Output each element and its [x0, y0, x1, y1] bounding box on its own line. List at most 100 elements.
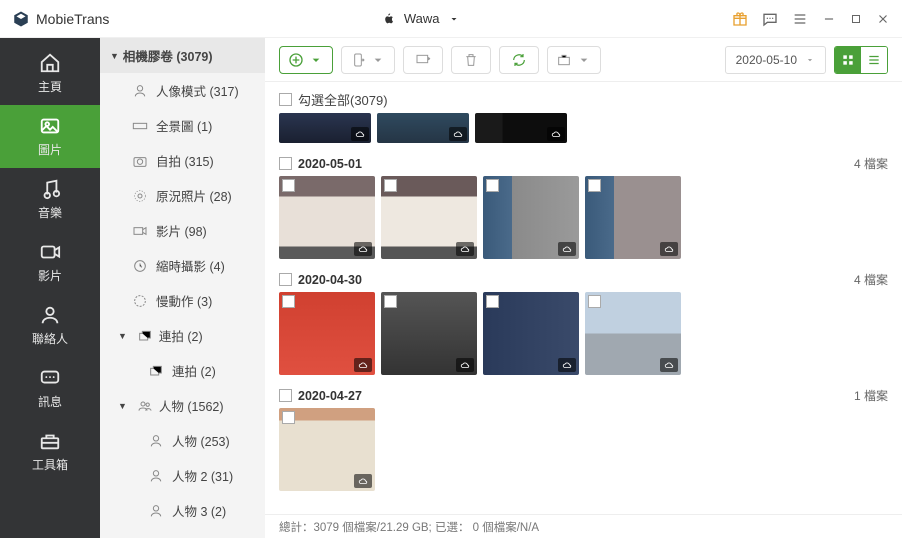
sidebar-people-1[interactable]: 人物 (253)	[100, 423, 265, 458]
photo-checkbox[interactable]	[384, 295, 397, 308]
sidebar-selfie[interactable]: 自拍 (315)	[100, 143, 265, 178]
sidebar-camera-roll[interactable]: ▼ 相機膠卷 (3079)	[100, 38, 265, 73]
album-button[interactable]	[547, 46, 601, 74]
photo-checkbox[interactable]	[486, 179, 499, 192]
nav-videos[interactable]: 影片	[0, 231, 100, 294]
sidebar-original[interactable]: 原況照片 (28)	[100, 178, 265, 213]
home-icon	[39, 52, 61, 74]
photo-checkbox[interactable]	[588, 179, 601, 192]
main-nav: 主頁 圖片 音樂 影片 聯絡人 訊息 工具箱	[0, 38, 100, 538]
cloud-icon	[449, 127, 467, 141]
cloud-icon	[660, 358, 678, 372]
apple-icon	[382, 12, 396, 26]
chevron-down-icon	[448, 13, 460, 25]
photo-thumbnail[interactable]	[483, 292, 579, 375]
cloud-icon	[547, 127, 565, 141]
photo-thumbnail[interactable]	[475, 113, 567, 143]
photo-thumbnail[interactable]	[381, 292, 477, 375]
maximize-button[interactable]	[850, 13, 862, 25]
sidebar-people-group[interactable]: ▼ 人物 (1562)	[100, 388, 265, 423]
logo-icon	[12, 10, 30, 28]
sidebar-people-2[interactable]: 人物 2 (31)	[100, 458, 265, 493]
photo-checkbox[interactable]	[282, 179, 295, 192]
status-text: 總計：3079 個檔案/21.29 GB; 已選： 0 個檔案/N/A	[279, 519, 539, 535]
add-button[interactable]	[279, 46, 333, 74]
minimize-button[interactable]	[822, 12, 836, 26]
video-icon	[39, 241, 61, 263]
photo-thumbnail[interactable]	[377, 113, 469, 143]
feedback-icon[interactable]	[762, 11, 778, 27]
chevron-down-icon	[805, 55, 815, 65]
photo-thumbnail[interactable]	[585, 176, 681, 259]
sidebar-people-3[interactable]: 人物 3 (2)	[100, 493, 265, 528]
sidebar-panorama[interactable]: 全景圖 (1)	[100, 108, 265, 143]
photo-content: 勾選全部(3079) 2020-05-014 檔案2020-04-304 檔案2…	[265, 82, 902, 514]
section-checkbox[interactable]	[279, 273, 292, 286]
menu-icon[interactable]	[792, 11, 808, 27]
sidebar-slomo[interactable]: 慢動作 (3)	[100, 283, 265, 318]
nav-music[interactable]: 音樂	[0, 168, 100, 231]
date-filter[interactable]: 2020-05-10	[725, 46, 826, 74]
sidebar-burst-item[interactable]: 連拍 (2)	[100, 353, 265, 388]
photo-checkbox[interactable]	[282, 411, 295, 424]
photo-thumbnail[interactable]	[279, 408, 375, 491]
contacts-icon	[39, 304, 61, 326]
nav-messages[interactable]: 訊息	[0, 357, 100, 420]
cloud-icon	[456, 358, 474, 372]
category-sidebar: ▼ 相機膠卷 (3079) 人像模式 (317) 全景圖 (1) 自拍 (315…	[100, 38, 265, 538]
grid-view-button[interactable]	[835, 47, 861, 73]
close-button[interactable]	[876, 12, 890, 26]
chevron-down-icon	[576, 52, 592, 68]
cloud-icon	[354, 358, 372, 372]
sidebar-burst-group[interactable]: ▼ 連拍 (2)	[100, 318, 265, 353]
section-date: 2020-05-01	[298, 157, 362, 171]
camera-icon	[132, 153, 148, 169]
sidebar-portrait[interactable]: 人像模式 (317)	[100, 73, 265, 108]
status-bar: 總計：3079 個檔案/21.29 GB; 已選： 0 個檔案/N/A	[265, 514, 902, 538]
section-count: 4 檔案	[854, 271, 888, 288]
photo-thumbnail[interactable]	[279, 113, 371, 143]
photo-checkbox[interactable]	[282, 295, 295, 308]
date-header[interactable]: 2020-04-271 檔案	[279, 383, 888, 408]
nav-toolbox[interactable]: 工具箱	[0, 420, 100, 483]
select-all-checkbox[interactable]	[279, 93, 292, 106]
export-device-button[interactable]	[341, 46, 395, 74]
cloud-icon	[354, 474, 372, 488]
sidebar-video[interactable]: 影片 (98)	[100, 213, 265, 248]
chevron-down-icon	[308, 52, 324, 68]
sidebar-timelapse[interactable]: 縮時攝影 (4)	[100, 248, 265, 283]
photo-thumbnail[interactable]	[381, 176, 477, 259]
briefcase-icon	[556, 52, 572, 68]
people-icon	[137, 398, 153, 414]
nav-contacts[interactable]: 聯絡人	[0, 294, 100, 357]
device-selector[interactable]: Wawa	[109, 11, 732, 26]
list-icon	[867, 53, 881, 67]
photo-thumbnail[interactable]	[279, 292, 375, 375]
gift-icon[interactable]	[732, 11, 748, 27]
photo-thumbnail[interactable]	[585, 292, 681, 375]
photo-checkbox[interactable]	[588, 295, 601, 308]
cloud-icon	[660, 242, 678, 256]
section-checkbox[interactable]	[279, 157, 292, 170]
photo-thumbnail[interactable]	[483, 176, 579, 259]
device-name: Wawa	[404, 11, 440, 26]
nav-home[interactable]: 主頁	[0, 42, 100, 105]
photo-checkbox[interactable]	[384, 179, 397, 192]
select-all-row[interactable]: 勾選全部(3079)	[279, 90, 888, 109]
list-view-button[interactable]	[861, 47, 887, 73]
date-header[interactable]: 2020-04-30 4 檔案	[279, 267, 888, 292]
section-date: 2020-04-27	[298, 389, 362, 403]
toolbox-icon	[39, 430, 61, 452]
photo-checkbox[interactable]	[486, 295, 499, 308]
date-header[interactable]: 2020-05-014 檔案	[279, 151, 888, 176]
photo-thumbnail[interactable]	[279, 176, 375, 259]
section-checkbox[interactable]	[279, 389, 292, 402]
section-date: 2020-04-30	[298, 273, 362, 287]
export-pc-button[interactable]	[403, 46, 443, 74]
grid-icon	[841, 53, 855, 67]
nav-photos[interactable]: 圖片	[0, 105, 100, 168]
pc-export-icon	[415, 52, 431, 68]
delete-button[interactable]	[451, 46, 491, 74]
person-icon	[148, 503, 164, 519]
refresh-button[interactable]	[499, 46, 539, 74]
